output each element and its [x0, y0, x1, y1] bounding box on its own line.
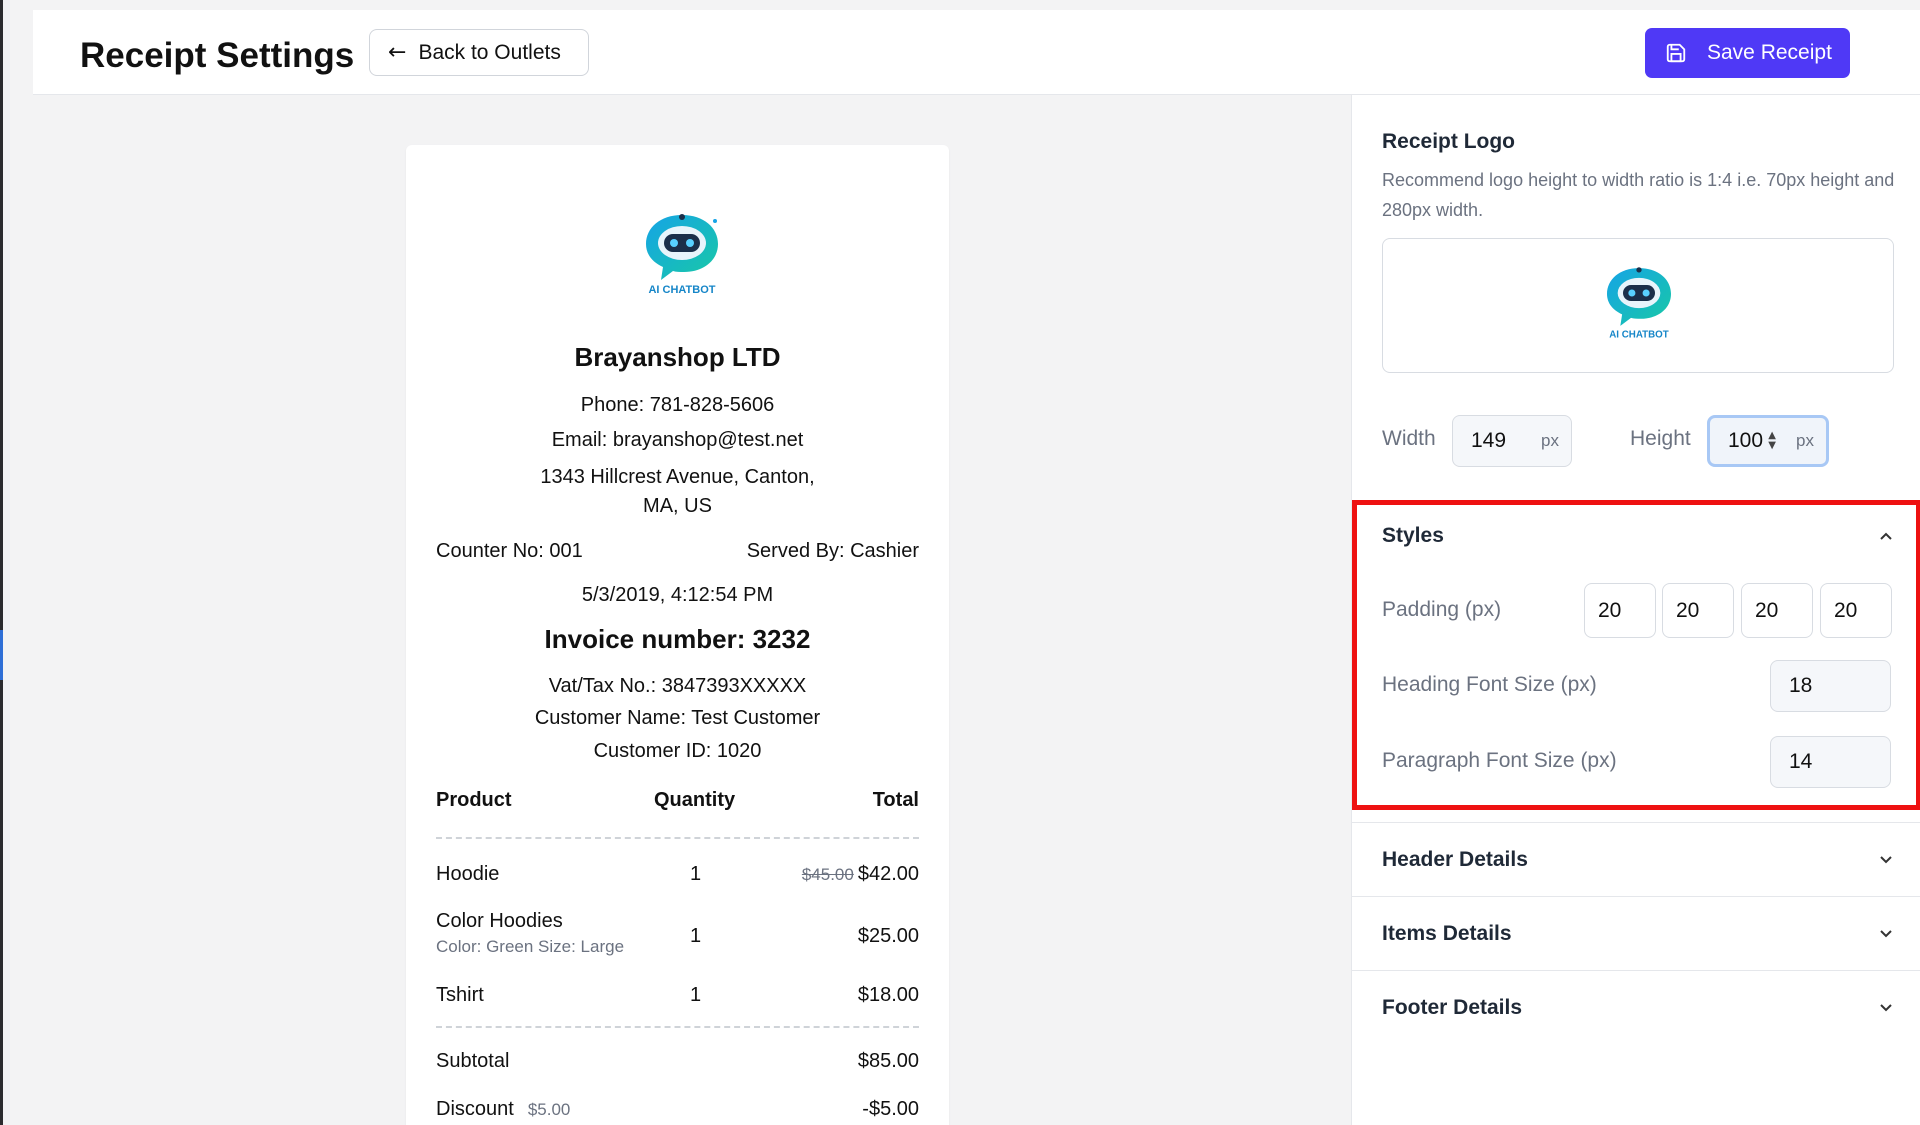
- height-unit: px: [1796, 431, 1814, 450]
- heading-font-size-label: Heading Font Size (px): [1382, 673, 1597, 696]
- logo-height-input[interactable]: 100 ▲ ▼ px: [1707, 415, 1829, 467]
- invoice-number: Invoice number: 3232: [544, 624, 811, 654]
- items-details-title: Items Details: [1382, 922, 1512, 945]
- table-row: Color Hoodies Color: Green Size: Large 1…: [436, 910, 919, 957]
- discount-row: Discount $5.00 -$5.00: [436, 1098, 919, 1121]
- height-label: Height: [1630, 427, 1691, 450]
- logo-height-value: 100: [1728, 429, 1764, 452]
- stepper-icon[interactable]: ▲ ▼: [1768, 431, 1776, 451]
- column-quantity: Quantity: [654, 789, 736, 811]
- chevron-down-icon: [1880, 1004, 1892, 1012]
- item-quantity: 1: [690, 925, 702, 947]
- item-total: $18.00: [857, 984, 919, 1006]
- customer-name: Customer Name: Test Customer: [534, 707, 821, 729]
- logo-width-input[interactable]: 149 px: [1452, 415, 1572, 467]
- shop-name: Brayanshop LTD: [574, 342, 781, 372]
- chatbot-logo: AI CHATBOT: [1607, 267, 1671, 340]
- back-button-label: Back to Outlets: [418, 40, 561, 64]
- styles-title: Styles: [1382, 524, 1444, 547]
- padding-left-input[interactable]: 20: [1820, 583, 1892, 638]
- width-label: Width: [1382, 427, 1436, 450]
- back-to-outlets-button[interactable]: ← Back to Outlets: [369, 29, 589, 76]
- styles-section: Styles Padding (px) 20 20 20 20 Heading …: [1352, 500, 1920, 810]
- item-quantity: 1: [690, 863, 702, 885]
- logo-upload-area[interactable]: AI CHATBOT: [1382, 238, 1894, 373]
- shop-address-line1: 1343 Hillcrest Avenue, Canton,: [540, 466, 815, 488]
- divider: [436, 1026, 919, 1028]
- shop-email: Email: brayanshop@test.net: [551, 429, 804, 451]
- shop-address-line2: MA, US: [643, 495, 712, 517]
- item-name: Tshirt: [436, 984, 484, 1006]
- receipt-logo-title: Receipt Logo: [1382, 130, 1516, 153]
- column-product: Product: [436, 789, 512, 811]
- logo-wordmark: AI CHATBOT: [1609, 329, 1669, 340]
- item-variant: Color: Green Size: Large: [436, 937, 625, 956]
- width-unit: px: [1541, 431, 1559, 450]
- footer-details-section[interactable]: Footer Details: [1352, 970, 1920, 1044]
- padding-top-input[interactable]: 20: [1584, 583, 1656, 638]
- window-edge: [0, 0, 3, 1125]
- item-quantity: 1: [690, 984, 702, 1006]
- discount-label: Discount: [436, 1098, 514, 1120]
- page-title: Receipt Settings: [80, 36, 355, 75]
- receipt-datetime: 5/3/2019, 4:12:54 PM: [581, 584, 774, 606]
- divider: [436, 837, 919, 839]
- subtotal-label: Subtotal: [436, 1050, 510, 1072]
- item-name: Hoodie: [436, 863, 500, 885]
- paragraph-font-size-label: Paragraph Font Size (px): [1382, 749, 1617, 772]
- chevron-down-icon: [1880, 930, 1892, 938]
- item-original-price: $45.00: [801, 865, 854, 884]
- column-total: Total: [872, 789, 919, 811]
- counter-row: Counter No: 001 Served By: Cashier: [436, 540, 919, 563]
- table-row: Tshirt 1 $18.00: [436, 984, 919, 1007]
- top-bar: Receipt Settings ← Back to Outlets Save …: [33, 10, 1920, 95]
- logo-hint: Recommend logo height to width ratio is …: [1382, 170, 1895, 220]
- receipt-preview: AI CHATBOT Brayanshop LTD Phone: 781-828…: [406, 145, 949, 1125]
- window-edge-marker: [0, 630, 3, 680]
- shop-phone: Phone: 781-828-5606: [580, 394, 775, 416]
- items-details-section[interactable]: Items Details: [1352, 896, 1920, 970]
- item-price: $42.00: [857, 863, 919, 885]
- footer-details-title: Footer Details: [1382, 996, 1523, 1019]
- save-button-label: Save Receipt: [1707, 41, 1832, 64]
- item-total: $45.00 $42.00: [802, 863, 919, 886]
- chevron-down-icon: [1880, 856, 1892, 864]
- paragraph-font-size-input[interactable]: 14: [1770, 736, 1891, 788]
- served-by: Served By: Cashier: [746, 540, 919, 562]
- settings-panel: Receipt Logo Recommend logo height to wi…: [1351, 95, 1920, 1125]
- heading-font-size-input[interactable]: 18: [1770, 660, 1891, 712]
- chatbot-logo: AI CHATBOT: [646, 214, 718, 296]
- vat-number: Vat/Tax No.: 3847393XXXXX: [548, 675, 807, 697]
- padding-bottom-input[interactable]: 20: [1741, 583, 1813, 638]
- chevron-up-icon[interactable]: [1876, 526, 1896, 546]
- subtotal-value: $85.00: [857, 1050, 919, 1072]
- item-name: Color Hoodies: [436, 910, 563, 932]
- header-details-title: Header Details: [1382, 848, 1528, 871]
- counter-number: Counter No: 001: [436, 540, 583, 562]
- item-total: $25.00: [857, 925, 919, 947]
- table-row: Hoodie 1 $45.00 $42.00: [436, 863, 919, 886]
- padding-right-input[interactable]: 20: [1662, 583, 1734, 638]
- subtotal-row: Subtotal $85.00: [436, 1050, 919, 1073]
- save-icon: [1666, 43, 1686, 63]
- app-container: Receipt Settings ← Back to Outlets Save …: [33, 10, 1920, 1125]
- padding-label: Padding (px): [1382, 598, 1502, 621]
- discount-note: $5.00: [527, 1100, 571, 1119]
- header-details-section[interactable]: Header Details: [1352, 822, 1920, 896]
- logo-wordmark: AI CHATBOT: [648, 284, 715, 296]
- save-receipt-button[interactable]: Save Receipt: [1645, 28, 1850, 78]
- logo-width-value: 149: [1471, 429, 1507, 452]
- customer-id: Customer ID: 1020: [593, 740, 762, 762]
- arrow-left-icon: ←: [388, 40, 407, 65]
- discount-value: -$5.00: [862, 1098, 919, 1120]
